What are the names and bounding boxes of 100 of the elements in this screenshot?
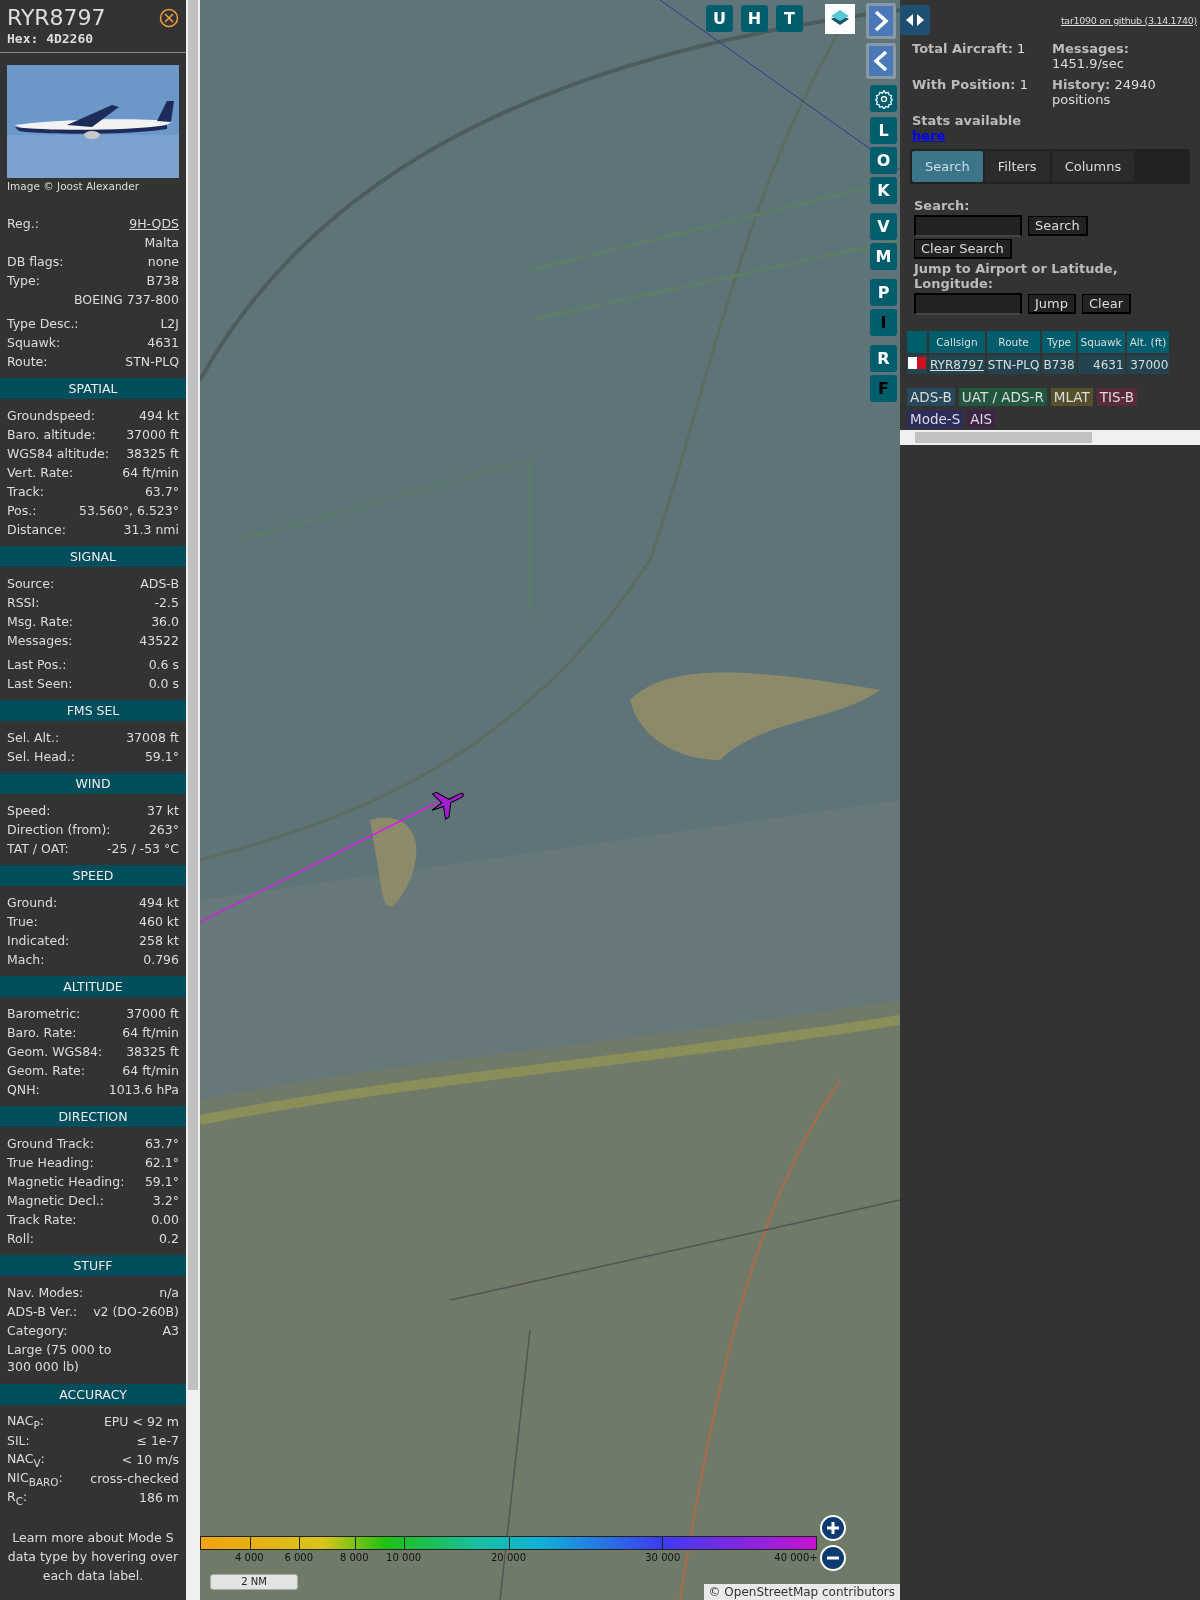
field-value: 263° xyxy=(148,822,179,837)
field-label: Magnetic Decl.: xyxy=(7,1193,105,1208)
field-value: 62.1° xyxy=(144,1155,179,1170)
source-tag: MLAT xyxy=(1050,388,1093,406)
field-value: Large (75 000 to 300 000 lb) xyxy=(7,1341,113,1376)
next-button[interactable] xyxy=(866,3,896,39)
field-value: 38325 ft xyxy=(126,446,179,461)
source-tag: TIS-B xyxy=(1096,388,1138,406)
jump-label: Jump to Airport or Latitude, Longitude: xyxy=(914,261,1119,291)
field-label: Indicated: xyxy=(7,933,70,948)
map-toggle-button[interactable]: P xyxy=(870,279,897,306)
map-toggle-button[interactable]: T xyxy=(776,5,803,32)
stat-text: Messages: 1451.9/sec xyxy=(1052,41,1131,71)
search-field[interactable] xyxy=(914,215,1022,237)
section-header: ACCURACY xyxy=(0,1384,186,1405)
legend-label: 40 000+ xyxy=(774,1552,818,1563)
field-label: Speed: xyxy=(7,803,51,818)
table-cell: STN-PLQ xyxy=(986,355,1041,374)
table-header[interactable]: Route xyxy=(986,331,1041,353)
legend-label: 4 000 xyxy=(235,1552,264,1563)
panel-tab[interactable]: Filters xyxy=(984,151,1050,182)
table-header[interactable]: Type xyxy=(1042,331,1076,353)
field-value: 3.2° xyxy=(152,1193,179,1208)
scrollbar[interactable] xyxy=(186,0,200,1600)
field-label: Messages: xyxy=(7,633,73,648)
field-label: Distance: xyxy=(7,522,66,537)
field-label: Direction (from): xyxy=(7,822,111,837)
field-label: Type: xyxy=(7,273,40,288)
map-toggle-button[interactable]: H xyxy=(741,5,768,32)
field-value: 64 ft/min xyxy=(122,465,179,480)
close-icon[interactable] xyxy=(159,8,179,28)
legend-label: 10 000 xyxy=(386,1552,422,1563)
map-toggle-button[interactable]: K xyxy=(870,177,897,204)
section-header: SIGNAL xyxy=(0,546,186,567)
clear-search-button[interactable]: Clear Search xyxy=(914,239,1012,259)
section-header: SPEED xyxy=(0,865,186,886)
field-label: Geom. Rate: xyxy=(7,1063,86,1078)
map-toggle-button[interactable]: R xyxy=(870,345,897,372)
section-header: ALTITUDE xyxy=(0,976,186,997)
field-value: 494 kt xyxy=(139,895,179,910)
field-label: NIC$_{BARO}$: xyxy=(7,1469,63,1488)
stat-text: With Position: 1 xyxy=(912,77,1029,94)
map-toggle-button[interactable]: V xyxy=(870,213,897,240)
field-value: 38325 ft xyxy=(126,1044,179,1059)
section-header: SPATIAL xyxy=(0,378,186,399)
table-header[interactable]: Callsign xyxy=(929,331,985,353)
field-value: -2.5 xyxy=(154,595,179,610)
field-value: 1013.6 hPa xyxy=(108,1082,179,1097)
section-header: FMS SEL xyxy=(0,700,186,721)
section-header: STUFF xyxy=(0,1255,186,1276)
field-label: Category: xyxy=(7,1323,68,1338)
panel-toggle-button[interactable] xyxy=(900,5,930,35)
field-label: Pos.: xyxy=(7,503,37,518)
table-cell: B738 xyxy=(1042,355,1076,374)
field-label: Source: xyxy=(7,576,55,591)
layers-button[interactable] xyxy=(825,4,855,34)
field-value: 258 kt xyxy=(139,933,179,948)
map-toggle-button[interactable]: L xyxy=(870,117,897,144)
field-label: NAC$_{P}$: xyxy=(7,1412,44,1431)
settings-button[interactable] xyxy=(870,85,897,112)
panel-tab[interactable]: Columns xyxy=(1051,151,1135,182)
panel-tab[interactable]: Search xyxy=(912,151,983,182)
registration-link[interactable]: 9H-QDS xyxy=(129,216,179,231)
field-label: RSSI: xyxy=(7,595,40,610)
chevron-right-icon xyxy=(873,10,889,32)
field-value: 37 kt xyxy=(146,803,179,818)
map-toggle-button[interactable]: O xyxy=(870,147,897,174)
clear-button[interactable]: Clear xyxy=(1082,294,1131,314)
field-label: Track Rate: xyxy=(7,1212,77,1227)
chevron-left-icon xyxy=(873,50,889,72)
field-label: R$_{C}$: xyxy=(7,1488,28,1507)
table-header[interactable]: Alt. (ft) xyxy=(1126,331,1170,353)
field-label: Type Desc.: xyxy=(7,316,79,331)
callsign-title: RYR8797 xyxy=(7,5,106,31)
map-toggle-button[interactable]: M xyxy=(870,243,897,270)
plus-icon xyxy=(825,1520,841,1536)
field-label: True Heading: xyxy=(7,1155,94,1170)
gear-icon xyxy=(873,88,894,109)
field-label: Track: xyxy=(7,484,44,499)
field-label: DB flags: xyxy=(7,254,64,269)
search-button[interactable]: Search xyxy=(1028,216,1088,236)
field-value: -25 / -53 °C xyxy=(107,841,179,856)
scrollbar[interactable] xyxy=(900,430,1200,445)
callsign-link[interactable]: RYR8797 xyxy=(930,357,984,372)
table-header[interactable]: Squawk xyxy=(1077,331,1125,353)
field-label: Groundspeed: xyxy=(7,408,95,423)
help-text: Learn more about Mode S data type by hovering over each data label. xyxy=(6,1529,180,1585)
field-label: Barometric: xyxy=(7,1006,81,1021)
field-label: SIL: xyxy=(7,1433,30,1448)
field-value: 63.7° xyxy=(144,484,179,499)
field-label: Vert. Rate: xyxy=(7,465,74,480)
github-link[interactable]: tar1090 on github (3.14.1740) xyxy=(1060,14,1197,26)
jump-field[interactable] xyxy=(914,293,1022,315)
field-value: v2 (DO-260B) xyxy=(93,1304,179,1319)
field-label: WGS84 altitude: xyxy=(7,446,110,461)
back-button[interactable] xyxy=(866,43,896,79)
field-value: 186 m xyxy=(139,1490,179,1505)
field-label: Magnetic Heading: xyxy=(7,1174,125,1189)
jump-button[interactable]: Jump xyxy=(1028,294,1076,314)
map-toggle-button[interactable]: U xyxy=(706,5,733,32)
